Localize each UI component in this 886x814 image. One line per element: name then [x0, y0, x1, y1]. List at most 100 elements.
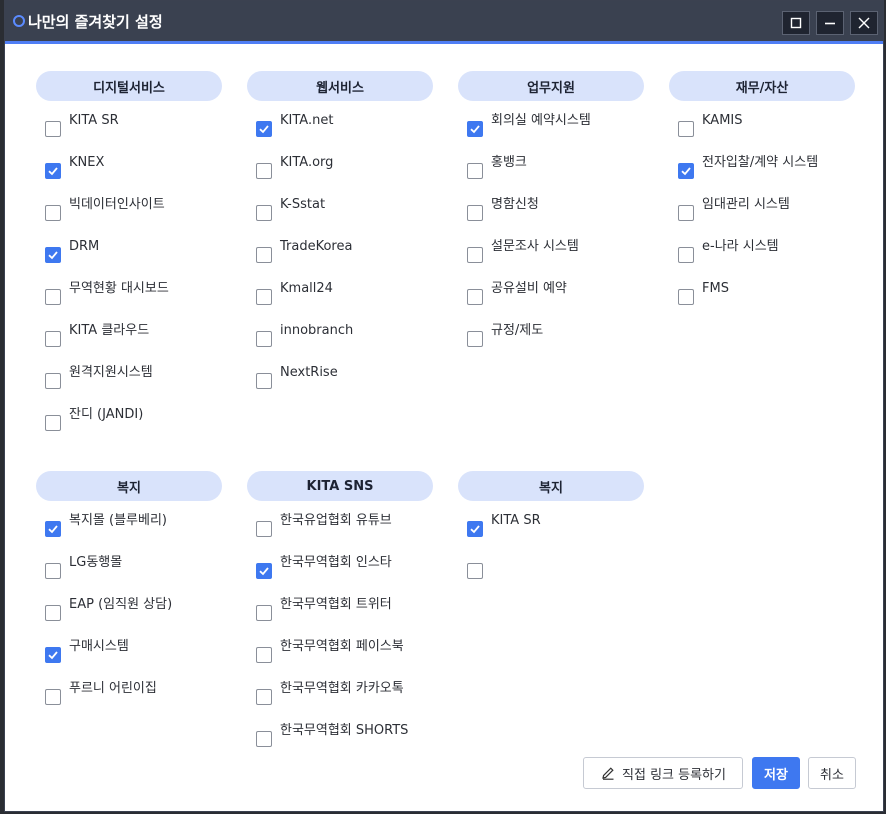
save-button[interactable]: 저장 — [752, 757, 800, 789]
favorite-item[interactable]: FMS — [669, 281, 855, 323]
favorite-item[interactable]: 구매시스템 — [36, 639, 222, 681]
favorite-checkbox[interactable] — [256, 373, 272, 389]
favorite-item[interactable]: 푸르니 어린이집 — [36, 681, 222, 723]
register-link-button[interactable]: 직접 링크 등록하기 — [583, 757, 743, 789]
favorite-item[interactable]: 한국무역협회 페이스북 — [247, 639, 433, 681]
favorite-item[interactable]: 무역현황 대시보드 — [36, 281, 222, 323]
favorite-checkbox[interactable] — [45, 163, 61, 179]
favorite-checkbox[interactable] — [45, 415, 61, 431]
favorite-item[interactable]: KITA.org — [247, 155, 433, 197]
favorite-label: 한국무역협회 인스타 — [280, 555, 392, 570]
favorite-item[interactable]: 복지몰 (블루베리) — [36, 513, 222, 555]
favorite-checkbox[interactable] — [467, 331, 483, 347]
check-icon — [48, 251, 58, 260]
favorite-item[interactable]: 한국무역협회 트위터 — [247, 597, 433, 639]
favorite-checkbox[interactable] — [467, 289, 483, 305]
favorite-checkbox[interactable] — [256, 731, 272, 747]
favorite-label: 원격지원시스템 — [69, 365, 153, 380]
favorite-checkbox[interactable] — [45, 689, 61, 705]
favorite-checkbox[interactable] — [256, 289, 272, 305]
favorite-checkbox[interactable] — [45, 289, 61, 305]
minimize-button[interactable] — [816, 11, 844, 35]
favorite-checkbox[interactable] — [45, 647, 61, 663]
favorite-checkbox[interactable] — [45, 605, 61, 621]
favorite-label: 한국무역협회 트위터 — [280, 597, 392, 612]
dialog-title: 나만의 즐겨찾기 설정 — [28, 13, 163, 31]
favorite-checkbox[interactable] — [256, 689, 272, 705]
favorite-item[interactable]: 한국유업협회 유튜브 — [247, 513, 433, 555]
favorite-checkbox[interactable] — [45, 563, 61, 579]
favorite-item[interactable]: 전자입찰/계약 시스템 — [669, 155, 855, 197]
favorite-label: 한국무역협회 SHORTS — [280, 723, 409, 738]
favorite-item[interactable]: 원격지원시스템 — [36, 365, 222, 407]
favorite-item[interactable]: 공유설비 예약 — [458, 281, 644, 323]
favorite-item[interactable]: KITA SR — [458, 513, 644, 555]
favorite-item[interactable] — [458, 555, 644, 597]
favorite-checkbox[interactable] — [678, 121, 694, 137]
favorite-label: 전자입찰/계약 시스템 — [702, 155, 819, 170]
favorite-item[interactable]: KITA 클라우드 — [36, 323, 222, 365]
group-items: KAMIS 전자입찰/계약 시스템임대관리 시스템 e-나라 시스템 FMS — [669, 113, 855, 323]
favorite-item[interactable]: 규정/제도 — [458, 323, 644, 365]
favorite-label: 빅데이터인사이트 — [69, 197, 165, 212]
favorite-checkbox[interactable] — [467, 563, 483, 579]
favorite-checkbox[interactable] — [45, 331, 61, 347]
favorite-item[interactable]: 한국무역협회 SHORTS — [247, 723, 433, 765]
favorite-item[interactable]: K-Sstat — [247, 197, 433, 239]
favorite-label: Kmall24 — [280, 281, 333, 296]
favorite-checkbox[interactable] — [45, 121, 61, 137]
check-icon — [681, 167, 691, 176]
close-button[interactable] — [850, 11, 878, 35]
favorite-item[interactable]: 임대관리 시스템 — [669, 197, 855, 239]
favorite-checkbox[interactable] — [467, 521, 483, 537]
favorite-item[interactable]: 회의실 예약시스템 — [458, 113, 644, 155]
favorite-checkbox[interactable] — [467, 163, 483, 179]
favorite-label: 구매시스템 — [69, 639, 129, 654]
favorite-checkbox[interactable] — [256, 247, 272, 263]
favorite-checkbox[interactable] — [678, 289, 694, 305]
favorite-item[interactable]: EAP (임직원 상담) — [36, 597, 222, 639]
favorite-checkbox[interactable] — [45, 373, 61, 389]
favorite-checkbox[interactable] — [45, 205, 61, 221]
favorite-checkbox[interactable] — [678, 205, 694, 221]
favorite-item[interactable]: KITA.net — [247, 113, 433, 155]
favorite-checkbox[interactable] — [467, 205, 483, 221]
favorite-item[interactable]: 한국무역협회 카카오톡 — [247, 681, 433, 723]
favorite-item[interactable]: e-나라 시스템 — [669, 239, 855, 281]
favorite-item[interactable]: 빅데이터인사이트 — [36, 197, 222, 239]
favorite-item[interactable]: TradeKorea — [247, 239, 433, 281]
favorite-item[interactable]: KAMIS — [669, 113, 855, 155]
favorite-checkbox[interactable] — [678, 247, 694, 263]
favorite-item[interactable]: KITA SR — [36, 113, 222, 155]
favorite-item[interactable]: Kmall24 — [247, 281, 433, 323]
favorite-checkbox[interactable] — [256, 563, 272, 579]
cancel-button[interactable]: 취소 — [808, 757, 856, 789]
maximize-button[interactable] — [782, 11, 810, 35]
favorite-checkbox[interactable] — [45, 247, 61, 263]
check-icon — [470, 525, 480, 534]
favorite-item[interactable]: 잔디 (JANDI) — [36, 407, 222, 449]
favorite-checkbox[interactable] — [678, 163, 694, 179]
favorite-item[interactable]: DRM — [36, 239, 222, 281]
favorite-item[interactable]: KNEX — [36, 155, 222, 197]
favorite-checkbox[interactable] — [256, 163, 272, 179]
favorite-item[interactable]: NextRise — [247, 365, 433, 407]
favorite-item[interactable]: 홍뱅크 — [458, 155, 644, 197]
favorite-item[interactable]: 명함신청 — [458, 197, 644, 239]
favorite-item[interactable]: LG동행몰 — [36, 555, 222, 597]
favorite-checkbox[interactable] — [45, 521, 61, 537]
favorite-checkbox[interactable] — [467, 121, 483, 137]
favorite-item[interactable]: 한국무역협회 인스타 — [247, 555, 433, 597]
group-header: 재무/자산 — [669, 71, 855, 101]
favorite-checkbox[interactable] — [467, 247, 483, 263]
favorite-group: 재무/자산 KAMIS 전자입찰/계약 시스템임대관리 시스템 e-나라 시스템 FMS — [669, 71, 855, 323]
favorite-checkbox[interactable] — [256, 205, 272, 221]
favorite-item[interactable]: innobranch — [247, 323, 433, 365]
favorite-item[interactable]: 설문조사 시스템 — [458, 239, 644, 281]
favorite-label: 한국유업협회 유튜브 — [280, 513, 392, 528]
favorite-checkbox[interactable] — [256, 605, 272, 621]
favorite-checkbox[interactable] — [256, 331, 272, 347]
favorite-checkbox[interactable] — [256, 121, 272, 137]
favorite-checkbox[interactable] — [256, 647, 272, 663]
favorite-checkbox[interactable] — [256, 521, 272, 537]
